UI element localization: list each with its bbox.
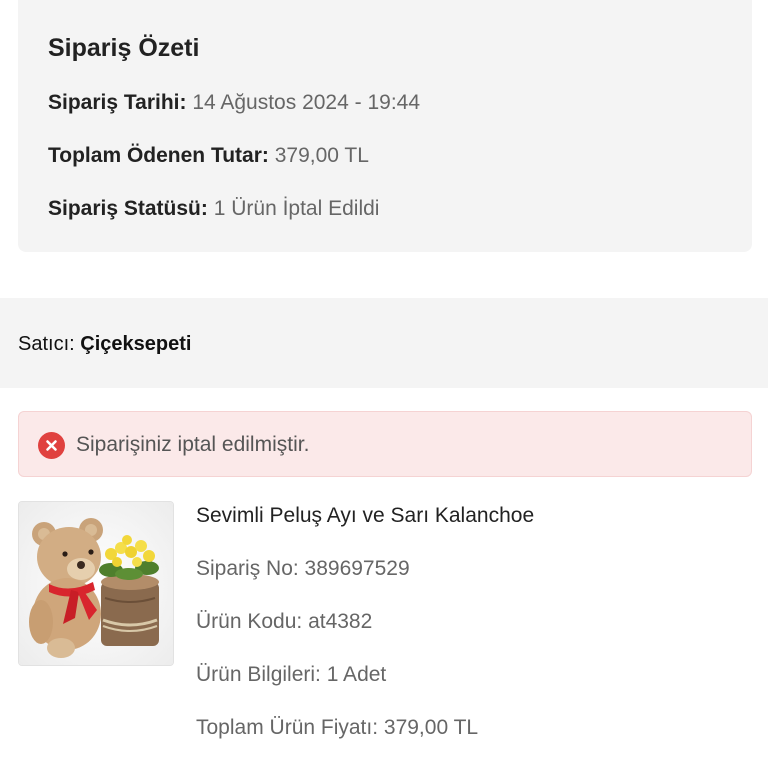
seller-label: Satıcı: <box>18 333 75 355</box>
product-image[interactable] <box>18 501 174 666</box>
order-date-value: 14 Ağustos 2024 - 19:44 <box>192 91 421 114</box>
seller-info: Satıcı: Çiçeksepeti <box>18 333 191 356</box>
order-date-row: Sipariş Tarihi: 14 Ağustos 2024 - 19:44 <box>48 91 420 115</box>
order-status-value: 1 Ürün İptal Edildi <box>213 197 380 220</box>
alert-message: Siparişiniz iptal edilmiştir. <box>76 433 310 456</box>
product-name[interactable]: Sevimli Peluş Ayı ve Sarı Kalanchoe <box>196 504 534 528</box>
total-paid-value: 379,00 TL <box>274 144 369 167</box>
total-paid-row: Toplam Ödenen Tutar: 379,00 TL <box>48 144 369 168</box>
summary-title: Sipariş Özeti <box>48 34 200 62</box>
total-paid-label: Toplam Ödenen Tutar: <box>48 144 269 167</box>
product-code: Ürün Kodu: at4382 <box>196 610 373 633</box>
product-total-price: Toplam Ürün Fiyatı: 379,00 TL <box>196 716 479 739</box>
order-status-row: Sipariş Statüsü: 1 Ürün İptal Edildi <box>48 197 379 221</box>
order-summary-card: Sipariş Özeti Sipariş Tarihi: 14 Ağustos… <box>18 0 752 252</box>
error-x-icon <box>38 432 65 459</box>
cancellation-alert: Siparişiniz iptal edilmiştir. <box>18 411 752 477</box>
order-status-label: Sipariş Statüsü: <box>48 197 208 220</box>
seller-name[interactable]: Çiçeksepeti <box>80 333 191 355</box>
order-date-label: Sipariş Tarihi: <box>48 91 187 114</box>
product-info: Ürün Bilgileri: 1 Adet <box>196 663 387 686</box>
order-number: Sipariş No: 389697529 <box>196 557 410 580</box>
